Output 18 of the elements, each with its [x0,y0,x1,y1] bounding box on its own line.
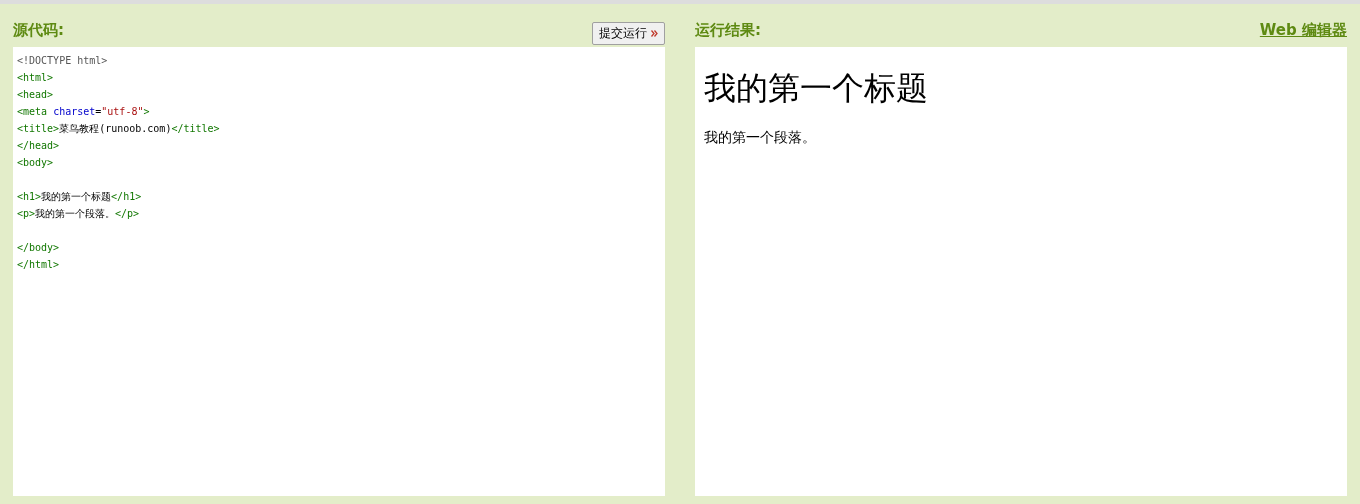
code-line: <!DOCTYPE html> [17,54,108,68]
code-line: <html> [17,71,54,85]
code-line: </head> [17,139,60,153]
code-line: <body> [17,156,54,170]
chevrons-icon [651,30,658,37]
run-button[interactable]: 提交运行 [592,22,665,45]
code-line: </html> [17,258,60,272]
result-paragraph: 我的第一个段落。 [704,129,816,147]
code-line: <title>菜鸟教程(runoob.com)</title> [17,122,220,136]
panel-title: 运行结果: [695,21,761,40]
result-heading: 我的第一个标题 [704,69,928,108]
code-line: <meta charset="utf-8"> [17,105,150,119]
code-editor[interactable]: <!DOCTYPE html> <html> <head> <meta charset="utf-8"> <title>菜鸟教程(runoob.com)</title> </head> <body> <h1>我的第一个标题</h1> <p>我的第一个段落。</p> </body> </html> [13,47,665,496]
code-line: <head> [17,88,54,102]
panel-title: 源代码: [13,21,64,40]
code-line: <p>我的第一个段落。</p> [17,207,140,221]
code-line: </body> [17,241,60,255]
code-line: <h1>我的第一个标题</h1> [17,190,142,204]
